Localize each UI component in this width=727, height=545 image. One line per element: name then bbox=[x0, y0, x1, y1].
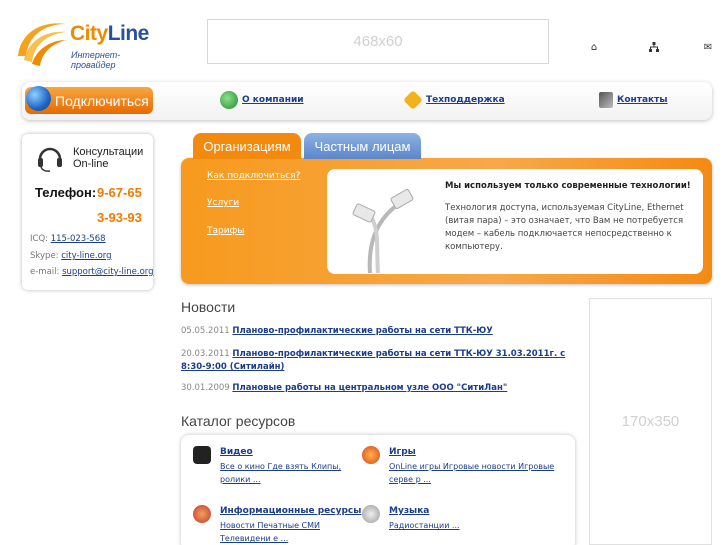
email-link[interactable]: support@city-line.org bbox=[62, 267, 153, 277]
nav-item-about[interactable]: О компании bbox=[220, 91, 304, 109]
catalog-info-sublinks[interactable]: Новости Печатные СМИ Телевидени е ... bbox=[220, 519, 370, 545]
ethernet-cable-image bbox=[352, 189, 414, 274]
phone-number-1: 9-67-65 bbox=[97, 185, 142, 200]
site-logo[interactable]: CityLine Интернет-провайдер bbox=[14, 16, 154, 70]
news-link[interactable]: Планово-профилактические работы на сети … bbox=[181, 349, 565, 372]
phone-label: Телефон: bbox=[35, 185, 97, 200]
sitemap-icon[interactable] bbox=[647, 42, 661, 54]
catalog-video-link[interactable]: Видео bbox=[220, 447, 253, 457]
tech-info-title: Мы используем только современные техноло… bbox=[445, 181, 691, 191]
catalog-info-sublink[interactable]: Новости Печатные СМИ Телевидени е ... bbox=[220, 521, 320, 543]
info-resources-icon bbox=[193, 505, 211, 523]
catalog-music-sublink[interactable]: Радиостанции ... bbox=[389, 521, 460, 530]
news-item: 20.03.2011 Планово-профилактические рабо… bbox=[181, 348, 581, 374]
email-line: e-mail: support@city-line.org bbox=[30, 267, 154, 277]
catalog-title: Каталог ресурсов bbox=[181, 413, 296, 429]
catalog-music-sublinks[interactable]: Радиостанции ... bbox=[389, 519, 539, 532]
nav-item-contacts[interactable]: Контакты bbox=[599, 91, 668, 109]
news-link[interactable]: Плановые работы на центральном узле ООО … bbox=[232, 383, 507, 393]
top-banner-placeholder[interactable]: 468x60 bbox=[207, 19, 549, 64]
news-item: 05.05.2011 Планово-профилактические рабо… bbox=[181, 325, 581, 338]
home-icon[interactable]: ⌂ bbox=[587, 42, 601, 54]
mail-icon[interactable]: ✉ bbox=[701, 42, 715, 54]
contacts-icon bbox=[599, 92, 613, 108]
tools-icon bbox=[403, 90, 423, 110]
logo-swirl-icon bbox=[18, 23, 66, 66]
catalog-video-sublinks[interactable]: Все о кино Где взять Клипы, ролики ... bbox=[220, 460, 370, 486]
music-icon bbox=[362, 505, 380, 523]
skype-link[interactable]: city-line.org bbox=[61, 251, 111, 261]
catalog-info-link[interactable]: Информационные ресурсы bbox=[220, 506, 361, 516]
panel-link-services[interactable]: Услуги bbox=[207, 198, 239, 208]
panel-link-how-to-connect[interactable]: Как подключиться? bbox=[207, 171, 300, 181]
nav-about-link[interactable]: О компании bbox=[242, 95, 304, 105]
tab-organizations[interactable]: Организациям bbox=[193, 133, 301, 159]
headset-icon bbox=[38, 147, 62, 172]
side-banner-placeholder[interactable]: 170x350 bbox=[589, 298, 712, 545]
icq-line: ICQ: 115-023-568 bbox=[30, 234, 106, 244]
catalog-music-link[interactable]: Музыка bbox=[389, 506, 429, 516]
consult-label: Консультации On-line bbox=[73, 146, 144, 170]
company-icon bbox=[220, 91, 238, 109]
logo-text: CityLine bbox=[70, 22, 149, 45]
phone-number-2: 3-93-93 bbox=[97, 210, 142, 225]
logo-subtitle: Интернет-провайдер bbox=[71, 50, 121, 70]
catalog-games-sublinks[interactable]: OnLine игры Игровые новости Игровые серв… bbox=[389, 460, 564, 486]
news-date: 05.05.2011 bbox=[181, 326, 230, 336]
news-date: 30.01.2009 bbox=[181, 383, 230, 393]
news-item: 30.01.2009 Плановые работы на центрально… bbox=[181, 382, 581, 395]
news-date: 20.03.2011 bbox=[181, 349, 230, 359]
video-icon bbox=[193, 446, 211, 464]
nav-item-support[interactable]: Техподдержка bbox=[403, 90, 505, 110]
panel-link-tariffs[interactable]: Тарифы bbox=[207, 226, 244, 236]
news-title: Новости bbox=[181, 299, 236, 315]
tab-private[interactable]: Частным лицам bbox=[304, 133, 421, 159]
skype-line: Skype: city-line.org bbox=[30, 251, 112, 261]
games-icon bbox=[362, 446, 380, 464]
catalog-video-sublink[interactable]: Все о кино Где взять Клипы, ролики ... bbox=[220, 462, 341, 484]
catalog-games-link[interactable]: Игры bbox=[389, 447, 416, 457]
tech-info-text: Технология доступа, используемая CityLin… bbox=[445, 203, 684, 252]
news-link[interactable]: Планово-профилактические работы на сети … bbox=[232, 326, 492, 336]
nav-contacts-link[interactable]: Контакты bbox=[617, 95, 668, 105]
icq-link[interactable]: 115-023-568 bbox=[51, 234, 106, 244]
catalog-games-sublink[interactable]: OnLine игры Игровые новости Игровые серв… bbox=[389, 462, 554, 484]
how-to-connect-link[interactable]: Как подключиться? bbox=[207, 171, 300, 181]
services-link[interactable]: Услуги bbox=[207, 198, 239, 208]
tariffs-link[interactable]: Тарифы bbox=[207, 226, 244, 236]
globe-icon bbox=[26, 86, 51, 111]
nav-support-link[interactable]: Техподдержка bbox=[426, 95, 505, 105]
